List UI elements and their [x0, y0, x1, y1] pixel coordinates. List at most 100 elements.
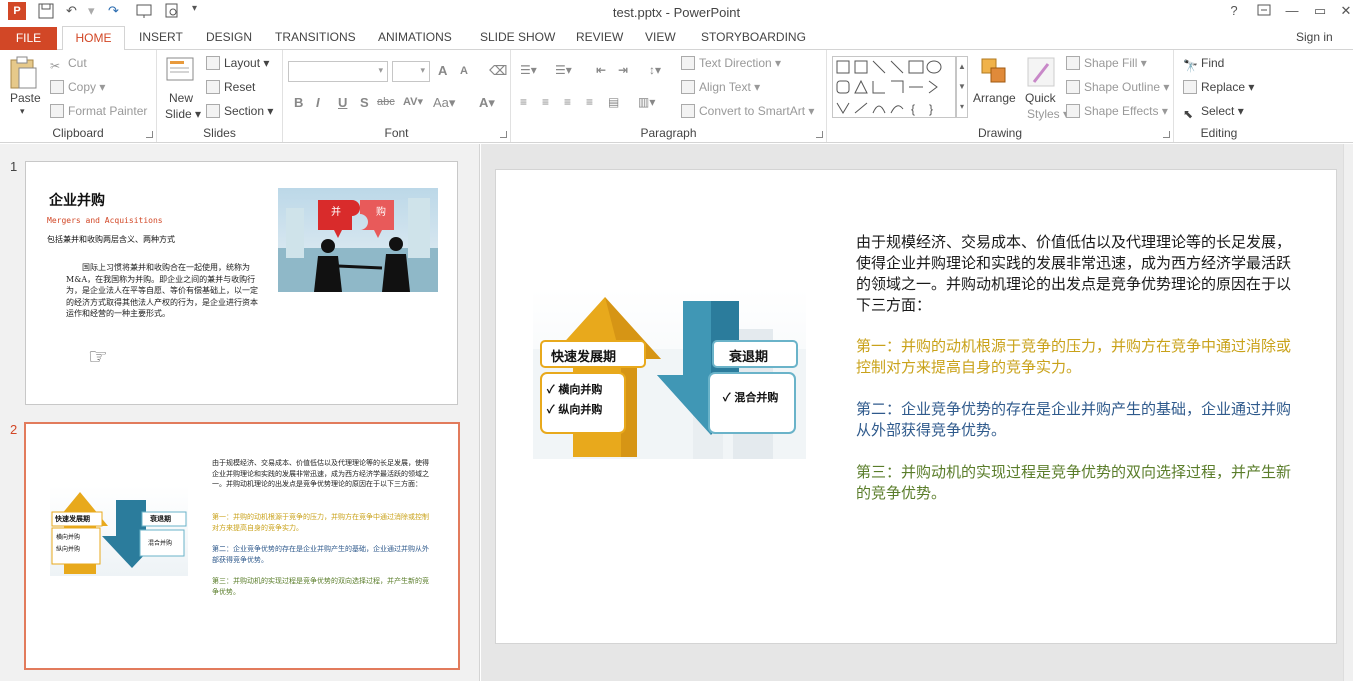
character-spacing-icon[interactable]: AV▾	[403, 95, 423, 108]
line-spacing-icon[interactable]: ↕▾	[649, 63, 661, 77]
bold-button[interactable]: B	[294, 95, 303, 110]
tab-animations[interactable]: ANIMATIONS	[378, 30, 452, 44]
font-name-combo[interactable]: ▾	[288, 61, 388, 82]
drawing-launcher-icon[interactable]	[1163, 131, 1170, 138]
text-direction-label: Text Direction	[699, 56, 772, 70]
underline-button[interactable]: U	[338, 95, 347, 110]
section-button[interactable]: Section ▾	[206, 104, 273, 118]
tab-transitions[interactable]: TRANSITIONS	[275, 30, 356, 44]
puzzle-left-text: 并	[331, 207, 341, 218]
new-slide-icon[interactable]	[165, 55, 195, 88]
stage-left-item-1-label: 横向并购	[558, 383, 603, 396]
change-case-label: Aa	[433, 95, 449, 110]
point-3-paragraph[interactable]: 第三：并购动机的实现过程是竞争优势的双向选择过程，并产生新的竞争优势。	[856, 462, 1296, 504]
replace-button[interactable]: Replace ▾	[1183, 80, 1254, 94]
select-button[interactable]: ⬉ Select ▾	[1183, 104, 1244, 121]
numbering-icon[interactable]: ☰▾	[555, 63, 572, 77]
shape-effects-button[interactable]: Shape Effects ▾	[1066, 104, 1168, 118]
help-button[interactable]: ?	[1224, 3, 1244, 18]
font-launcher-icon[interactable]	[500, 131, 507, 138]
align-left-icon[interactable]: ≡	[520, 95, 527, 109]
layout-label: Layout	[224, 56, 261, 70]
quick-styles-icon[interactable]	[1026, 56, 1056, 91]
tab-home[interactable]: HOME	[62, 26, 125, 51]
slide-thumbnail-1[interactable]: 企业并购 Mergers and Acquisitions 包括兼并和收购两层含…	[25, 161, 458, 405]
arrange-button[interactable]: Arrange	[973, 91, 1016, 105]
quick-styles-label-1[interactable]: Quick	[1025, 91, 1056, 105]
bullets-icon[interactable]: ☰▾	[520, 63, 537, 77]
slide-thumbnail-2[interactable]: 快速发展期 横向并购 纵向并购 衰退期 混合并购 由于规模经济、交易成本、价值低…	[24, 422, 460, 670]
paste-button[interactable]: Paste	[10, 91, 41, 105]
pointing-hand-icon: ☞	[88, 344, 108, 369]
tab-insert[interactable]: INSERT	[139, 30, 183, 44]
replace-label: Replace	[1201, 80, 1246, 94]
tab-review[interactable]: REVIEW	[576, 30, 623, 44]
shape-outline-label: Shape Outline	[1084, 80, 1161, 94]
sign-in-link[interactable]: Sign in	[1296, 30, 1333, 44]
point-1-label: 第一：	[856, 337, 902, 355]
paragraph-launcher-icon[interactable]	[816, 131, 823, 138]
cut-button[interactable]: ✂ Cut	[50, 56, 87, 73]
increase-indent-icon[interactable]: ⇥	[618, 63, 628, 77]
shapes-scroll-icon[interactable]: ▲ ▼ ▾	[956, 56, 968, 118]
intro-paragraph[interactable]: 由于规模经济、交易成本、价值低估以及代理理论等的长足发展，使得企业并购理论和实践…	[856, 232, 1296, 316]
align-center-icon[interactable]: ≡	[542, 95, 549, 109]
distributed-icon[interactable]: ▤	[608, 95, 619, 109]
reset-button[interactable]: Reset	[206, 80, 255, 94]
point-2-text: 企业竞争优势的存在是企业并购产生的基础，企业通过并购从外部获得竞争优势。	[856, 400, 1292, 439]
thumb2-point-3-label: 第三：	[212, 577, 233, 585]
font-color-button[interactable]: A▾	[479, 95, 495, 111]
format-painter-button[interactable]: Format Painter	[50, 104, 147, 118]
shapes-gallery[interactable]: {}	[832, 56, 956, 118]
shadow-button[interactable]: S	[360, 95, 369, 110]
align-text-button[interactable]: Align Text ▾	[681, 80, 760, 94]
clear-formatting-icon[interactable]: ⌫	[489, 63, 507, 79]
clipboard-launcher-icon[interactable]	[146, 131, 153, 138]
reset-icon	[206, 80, 220, 94]
italic-button[interactable]: I	[316, 95, 320, 110]
new-slide-label-1[interactable]: New	[169, 91, 193, 105]
close-button[interactable]: ✕	[1336, 3, 1353, 19]
minimize-button[interactable]: —	[1282, 3, 1302, 18]
align-right-icon[interactable]: ≡	[564, 95, 571, 109]
arrange-icon[interactable]	[979, 56, 1009, 89]
justify-icon[interactable]: ≡	[586, 95, 593, 109]
tab-slide-show[interactable]: SLIDE SHOW	[480, 30, 555, 44]
point-1-paragraph[interactable]: 第一：并购的动机根源于竞争的压力，并购方在竞争中通过消除或控制对方来提高自身的竞…	[856, 336, 1296, 378]
paste-icon[interactable]	[8, 56, 38, 93]
shrink-font-button[interactable]: A	[460, 65, 468, 77]
shape-fill-button[interactable]: Shape Fill ▾	[1066, 56, 1147, 70]
stage-left-item-1: ✓ 横向并购	[547, 381, 602, 397]
columns-icon[interactable]: ▥▾	[638, 95, 655, 109]
tab-design[interactable]: DESIGN	[206, 30, 252, 44]
ribbon-display-icon[interactable]	[1254, 3, 1274, 20]
font-size-combo[interactable]: ▾	[392, 61, 430, 82]
paste-dropdown-icon[interactable]: ▾	[20, 106, 25, 117]
find-button[interactable]: 🔭 Find	[1183, 56, 1224, 73]
layout-button[interactable]: Layout ▾	[206, 56, 269, 70]
tab-file[interactable]: FILE	[0, 27, 57, 50]
arrows-graphic-icon	[533, 297, 806, 459]
slide-canvas[interactable]: 快速发展期 ✓ 横向并购 ✓ 纵向并购 衰退期 ✓ 混合并购 由于规模经济、交易…	[495, 169, 1337, 644]
decrease-indent-icon[interactable]: ⇤	[596, 63, 606, 77]
puzzle-right-text: 购	[376, 207, 386, 218]
point-2-paragraph[interactable]: 第二：企业竞争优势的存在是企业并购产生的基础，企业通过并购从外部获得竞争优势。	[856, 399, 1296, 441]
text-direction-button[interactable]: Text Direction ▾	[681, 56, 781, 70]
new-slide-button[interactable]: Slide ▾	[165, 107, 201, 121]
grow-font-button[interactable]: A	[438, 63, 447, 78]
slide-thumbnails-pane: 1 企业并购 Mergers and Acquisitions 包括兼并和收购两…	[0, 144, 480, 681]
quick-styles-button[interactable]: Styles ▾	[1027, 107, 1069, 121]
convert-smartart-button[interactable]: Convert to SmartArt ▾	[681, 104, 814, 118]
shape-outline-button[interactable]: Shape Outline ▾	[1066, 80, 1169, 94]
strikethrough-button[interactable]: abc	[377, 96, 395, 108]
point-1-text: 并购的动机根源于竞争的压力，并购方在竞争中通过消除或控制对方来提高自身的竞争实力…	[856, 337, 1292, 376]
restore-button[interactable]: ▭	[1310, 3, 1330, 19]
change-case-button[interactable]: Aa▾	[433, 95, 455, 111]
tab-view[interactable]: VIEW	[645, 30, 676, 44]
growth-decline-graphic[interactable]: 快速发展期 ✓ 横向并购 ✓ 纵向并购 衰退期 ✓ 混合并购	[533, 289, 806, 459]
shape-effects-icon	[1066, 104, 1080, 118]
vertical-scrollbar[interactable]	[1343, 144, 1353, 681]
thumb2-point-3-text: 并购动机的实现过程是竞争优势的双向选择过程，并产生新的竞争优势。	[212, 577, 429, 596]
copy-button[interactable]: Copy ▾	[50, 80, 105, 94]
tab-storyboarding[interactable]: STORYBOARDING	[701, 30, 806, 44]
